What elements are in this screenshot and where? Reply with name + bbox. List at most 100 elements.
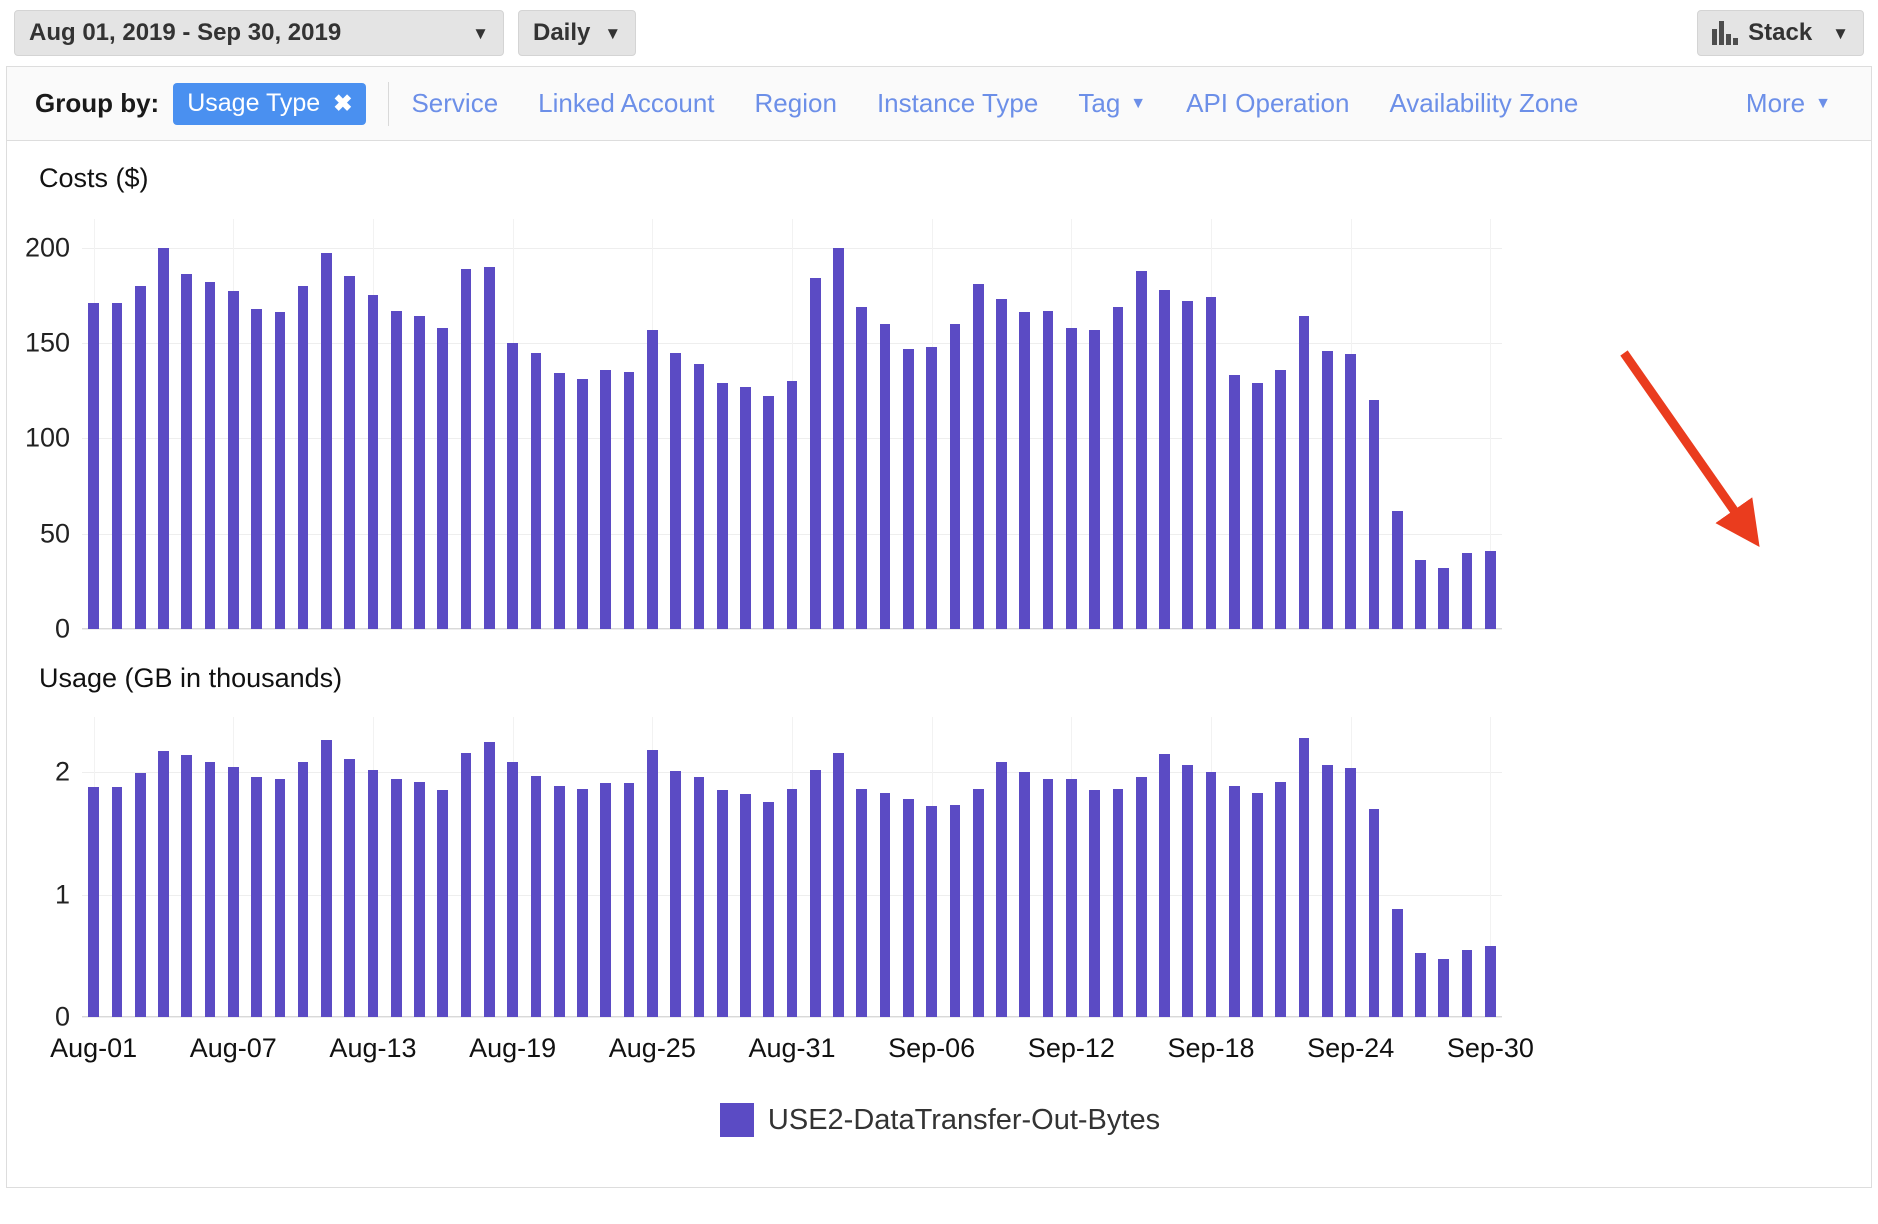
chart-bar[interactable]	[1415, 953, 1426, 1017]
stack-dropdown[interactable]: Stack ▼	[1697, 10, 1864, 56]
chart-bar[interactable]	[809, 278, 821, 629]
chart-bar[interactable]	[111, 786, 123, 1017]
chart-bar[interactable]	[670, 770, 681, 1017]
chart-bar[interactable]	[553, 785, 565, 1017]
chart-bar[interactable]	[204, 762, 216, 1017]
chart-bar[interactable]	[1112, 789, 1124, 1017]
chart-bar[interactable]	[344, 758, 356, 1017]
chart-bar[interactable]	[809, 769, 821, 1017]
chart-bar[interactable]	[670, 352, 681, 629]
chart-bar[interactable]	[134, 285, 146, 629]
chart-bar[interactable]	[484, 266, 495, 629]
chart-bar[interactable]	[996, 299, 1007, 629]
chart-bar[interactable]	[507, 762, 518, 1017]
chart-bar[interactable]	[484, 741, 495, 1017]
chart-bar[interactable]	[1298, 737, 1310, 1017]
chart-bar[interactable]	[437, 790, 449, 1017]
chart-bar[interactable]	[577, 379, 588, 629]
chart-bar[interactable]	[716, 383, 728, 629]
legend-series-label[interactable]: USE2-DataTransfer-Out-Bytes	[768, 1104, 1160, 1137]
chart-bar[interactable]	[1182, 764, 1194, 1017]
chart-bar[interactable]	[1135, 270, 1147, 629]
chart-bar[interactable]	[949, 323, 961, 629]
chart-bar[interactable]	[763, 396, 775, 629]
chart-bar[interactable]	[181, 274, 193, 629]
chart-bar[interactable]	[297, 762, 309, 1017]
group-by-option-linked-account[interactable]: Linked Account	[538, 88, 714, 119]
chart-bar[interactable]	[1089, 329, 1100, 629]
chart-bar[interactable]	[1391, 909, 1403, 1017]
chart-bar[interactable]	[646, 750, 658, 1017]
chart-bar[interactable]	[1159, 289, 1170, 629]
chart-bar[interactable]	[763, 801, 775, 1017]
chart-bar[interactable]	[833, 752, 844, 1017]
chart-bar[interactable]	[577, 789, 588, 1017]
chart-bar[interactable]	[274, 312, 286, 629]
chart-bar[interactable]	[1252, 383, 1263, 629]
chart-bar[interactable]	[1228, 785, 1240, 1017]
group-by-more[interactable]: More ▼	[1746, 88, 1871, 119]
chart-bar[interactable]	[926, 806, 938, 1017]
chart-bar[interactable]	[1368, 400, 1380, 629]
chart-bar[interactable]	[1065, 779, 1077, 1017]
chart-bar[interactable]	[367, 769, 379, 1017]
chart-bar[interactable]	[856, 789, 868, 1017]
close-icon[interactable]: ✖	[333, 90, 352, 117]
chart-bar[interactable]	[251, 777, 262, 1017]
chart-bar[interactable]	[1182, 301, 1194, 629]
chart-bar[interactable]	[1461, 949, 1473, 1017]
chart-bar[interactable]	[903, 799, 914, 1017]
chart-bar[interactable]	[926, 346, 938, 629]
chart-bar[interactable]	[1205, 297, 1217, 629]
chart-bar[interactable]	[1391, 510, 1403, 629]
chart-bar[interactable]	[833, 247, 844, 629]
group-by-option-service[interactable]: Service	[411, 88, 498, 119]
chart-bar[interactable]	[390, 310, 402, 629]
chart-bar[interactable]	[879, 792, 891, 1017]
chart-bar[interactable]	[414, 316, 425, 629]
chart-bar[interactable]	[1089, 790, 1100, 1017]
group-by-chip-usage-type[interactable]: Usage Type ✖	[173, 82, 367, 125]
chart-bar[interactable]	[972, 789, 984, 1017]
chart-bar[interactable]	[158, 751, 169, 1017]
chart-bar[interactable]	[1298, 316, 1310, 629]
chart-bar[interactable]	[786, 381, 798, 629]
chart-bar[interactable]	[414, 781, 425, 1017]
chart-bar[interactable]	[1042, 310, 1054, 629]
group-by-option-tag[interactable]: Tag ▼	[1078, 88, 1146, 119]
chart-bar[interactable]	[1345, 768, 1357, 1017]
chart-bar[interactable]	[1438, 567, 1450, 629]
chart-bar[interactable]	[1345, 354, 1357, 629]
chart-bar[interactable]	[1019, 312, 1031, 629]
chart-bar[interactable]	[88, 786, 99, 1017]
chart-bar[interactable]	[693, 777, 705, 1017]
chart-bar[interactable]	[716, 790, 728, 1017]
chart-bar[interactable]	[111, 302, 123, 629]
chart-bar[interactable]	[204, 281, 216, 629]
chart-bar[interactable]	[227, 291, 239, 629]
chart-bar[interactable]	[88, 302, 99, 629]
chart-bar[interactable]	[437, 327, 449, 629]
chart-bar[interactable]	[1438, 959, 1450, 1017]
group-by-option-availability-zone[interactable]: Availability Zone	[1389, 88, 1578, 119]
chart-bar[interactable]	[996, 762, 1007, 1017]
chart-bar[interactable]	[623, 783, 635, 1017]
chart-bar[interactable]	[949, 805, 961, 1017]
chart-bar[interactable]	[903, 348, 914, 629]
chart-bar[interactable]	[1112, 306, 1124, 629]
chart-bar[interactable]	[251, 308, 262, 629]
usage-chart-plot[interactable]: 0 1 2 Aug-01 Aug-07 Aug-13 Aug-19 Aug-25 Aug-31 S…	[50, 717, 1534, 1063]
chart-bar[interactable]	[786, 789, 798, 1017]
chart-bar[interactable]	[1322, 764, 1333, 1017]
chart-bar[interactable]	[134, 773, 146, 1017]
chart-bar[interactable]	[1368, 808, 1380, 1017]
chart-bar[interactable]	[1485, 945, 1496, 1017]
chart-bar[interactable]	[1252, 792, 1263, 1017]
chart-bar[interactable]	[1019, 772, 1031, 1017]
chart-bar[interactable]	[1042, 779, 1054, 1017]
chart-bar[interactable]	[390, 779, 402, 1017]
chart-bar[interactable]	[344, 276, 356, 629]
chart-bar[interactable]	[623, 371, 635, 629]
chart-bar[interactable]	[740, 794, 751, 1017]
chart-bar[interactable]	[1322, 350, 1333, 629]
